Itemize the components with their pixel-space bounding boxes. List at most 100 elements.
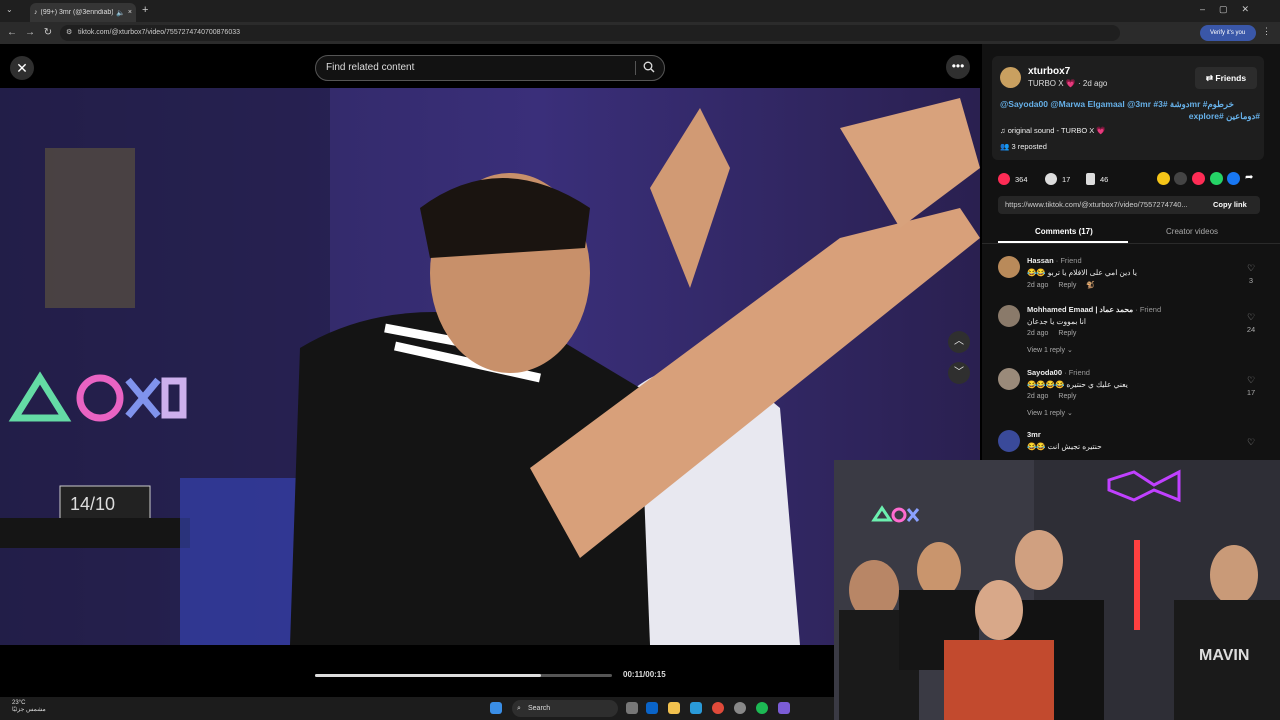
send-icon[interactable]	[1192, 172, 1205, 185]
copy-link-button[interactable]: Copy link	[1213, 200, 1247, 209]
search-icon: ⌕	[517, 705, 521, 712]
browser-menu-icon[interactable]: ⋮	[1262, 26, 1271, 37]
github-icon[interactable]	[734, 702, 746, 714]
commenter-avatar[interactable]	[998, 368, 1020, 390]
comment-like-icon[interactable]: ♡	[1246, 263, 1256, 274]
view-replies-button[interactable]: View 1 reply ⌄	[1027, 346, 1073, 354]
edge-icon[interactable]	[690, 702, 702, 714]
task-view-icon[interactable]	[626, 702, 638, 714]
verify-button[interactable]: Verify it's you	[1200, 25, 1256, 41]
search-input[interactable]: Find related content	[315, 55, 665, 81]
tab-list-icon[interactable]: ⌄	[6, 5, 13, 14]
reposted-info[interactable]: 👥 3 reposted	[1000, 142, 1047, 151]
reposted-label: 3 reposted	[1011, 142, 1047, 151]
video-progress-fill	[315, 674, 541, 677]
share-link-text[interactable]: https://www.tiktok.com/@xturbox7/video/7…	[1005, 200, 1200, 209]
taskbar-search-label: Search	[528, 705, 551, 712]
like-stat[interactable]: 364	[998, 173, 1028, 185]
commenter-avatar[interactable]	[998, 305, 1020, 327]
forward-icon[interactable]: →	[24, 27, 36, 39]
svg-text:MAVIN: MAVIN	[1199, 647, 1249, 664]
link-row: https://www.tiktok.com/@xturbox7/video/7…	[998, 196, 1260, 214]
browser-tab[interactable]: ♪ (99+) 3mr (@3enndiab) | Ti 🔈 ×	[30, 3, 136, 22]
reload-icon[interactable]: ↻	[42, 27, 54, 39]
search-icon[interactable]	[643, 61, 655, 73]
sound-link[interactable]: ♫ original sound - TURBO X 💗	[1000, 126, 1106, 135]
share-repost-icon[interactable]	[1157, 172, 1170, 185]
next-video-button[interactable]: ﹀	[948, 362, 970, 384]
comment-like-icon[interactable]: ♡	[1246, 312, 1256, 323]
comment-item: Hassan · Friend يا دين امي على الافلام ي…	[998, 256, 1273, 296]
close-video-button[interactable]: ✕	[10, 56, 34, 80]
details-panel: xturbox7 TURBO X 💗 · 2d ago ⇄ Friends @S…	[982, 44, 1280, 460]
video-time: 00:11/00:15	[623, 670, 666, 679]
weather-temp: 23°C	[12, 700, 26, 706]
friends-button[interactable]: ⇄ Friends	[1195, 67, 1257, 89]
site-info-icon[interactable]: ⚙	[66, 25, 72, 41]
save-count: 46	[1100, 174, 1109, 184]
author-username[interactable]: xturbox7	[1028, 66, 1070, 77]
chrome-icon[interactable]	[712, 702, 724, 714]
comment-count: 17	[1062, 174, 1071, 184]
file-explorer-icon[interactable]	[668, 702, 680, 714]
reply-button[interactable]: Reply	[1058, 393, 1076, 400]
view-replies-button[interactable]: View 1 reply ⌄	[1027, 409, 1073, 417]
comment-meta: 2d ago Reply	[1027, 393, 1077, 400]
windows-taskbar: 23°C مشمس جزئيًا ⌕ Search	[0, 697, 834, 720]
reply-button[interactable]: Reply	[1058, 330, 1076, 337]
comment-text: حنتيره تجيش انت 😂😂	[1027, 442, 1102, 451]
embed-icon[interactable]	[1174, 172, 1187, 185]
speaker-icon[interactable]: 🔈	[116, 9, 125, 17]
browser-tab-bar: ⌄ ♪ (99+) 3mr (@3enndiab) | Ti 🔈 × + –▢✕	[0, 0, 1280, 22]
comment-item: Sayoda00 · Friend يعني عليك ي حنتيره 😂😂😂…	[998, 368, 1273, 420]
author-avatar[interactable]	[1000, 67, 1021, 88]
weather-condition: مشمس جزئيًا	[12, 707, 46, 713]
commenter-avatar[interactable]	[998, 430, 1020, 452]
window-controls[interactable]: –▢✕	[1200, 4, 1263, 15]
share-arrow-icon[interactable]: ➦	[1245, 172, 1253, 183]
comment-like-icon[interactable]: ♡	[1246, 437, 1256, 448]
like-heart-icon[interactable]	[998, 173, 1010, 185]
outlook-icon[interactable]	[646, 702, 658, 714]
tab-creator-videos[interactable]: Creator videos	[1166, 227, 1218, 236]
tab-comments[interactable]: Comments (17)	[1035, 227, 1093, 236]
reply-button[interactable]: Reply	[1058, 282, 1076, 289]
comment-icon[interactable]	[1045, 173, 1057, 185]
whatsapp-icon[interactable]	[1210, 172, 1223, 185]
save-stat[interactable]: 46	[1086, 173, 1108, 185]
taskbar-search[interactable]: ⌕ Search	[512, 700, 618, 717]
close-tab-icon[interactable]: ×	[128, 9, 132, 16]
commenter-name[interactable]: Hassan · Friend	[1027, 256, 1082, 265]
back-icon[interactable]: ←	[6, 27, 18, 39]
comment-text: انا بمووت يا جدعان	[1027, 317, 1086, 326]
commenter-name[interactable]: Mohhamed Emaad | محمد عماد · Friend	[1027, 305, 1161, 314]
spotify-icon[interactable]	[756, 702, 768, 714]
comment-stat[interactable]: 17	[1045, 173, 1070, 185]
new-tab-button[interactable]: +	[142, 4, 148, 16]
commenter-avatar[interactable]	[998, 256, 1020, 278]
url-input[interactable]: ⚙ tiktok.com/@xturbox7/video/75572747407…	[60, 25, 1120, 41]
comment-meta: 2d ago Reply	[1027, 330, 1077, 337]
swap-icon: ⇄	[1205, 73, 1214, 83]
video-frame: 14/10	[0, 88, 980, 645]
comment-item: Mohhamed Emaad | محمد عماد · Friend انا …	[998, 305, 1273, 357]
video-progress-bar[interactable]	[315, 674, 612, 677]
commenter-name[interactable]: Sayoda00 · Friend	[1027, 368, 1090, 377]
video-description[interactable]: @Sayoda00 @Marwa Elgamaal @3mr #دوشة #3m…	[1000, 98, 1260, 122]
heart-emoji-icon: 💗	[1096, 126, 1106, 135]
search-divider	[635, 61, 636, 75]
commenter-name[interactable]: 3mr	[1027, 430, 1041, 439]
windows-start-icon[interactable]	[490, 702, 502, 714]
more-options-button[interactable]: •••	[946, 55, 970, 79]
comment-text: يعني عليك ي حنتيره 😂😂😂😂	[1027, 380, 1128, 389]
video-player[interactable]: 14/10	[0, 88, 980, 645]
comment-item: 3mr حنتيره تجيش انت 😂😂 ♡	[998, 430, 1273, 460]
comment-like-icon[interactable]: ♡	[1246, 375, 1256, 386]
weather-widget[interactable]: 23°C مشمس جزئيًا	[12, 700, 46, 714]
facebook-icon[interactable]	[1227, 172, 1240, 185]
bookmark-icon[interactable]	[1086, 173, 1095, 185]
webcam-overlay: MAVIN	[834, 460, 1280, 720]
previous-video-button[interactable]: ︿	[948, 331, 970, 353]
description-line-2: #دوماعين #explore	[1188, 111, 1260, 121]
app-icon[interactable]	[778, 702, 790, 714]
